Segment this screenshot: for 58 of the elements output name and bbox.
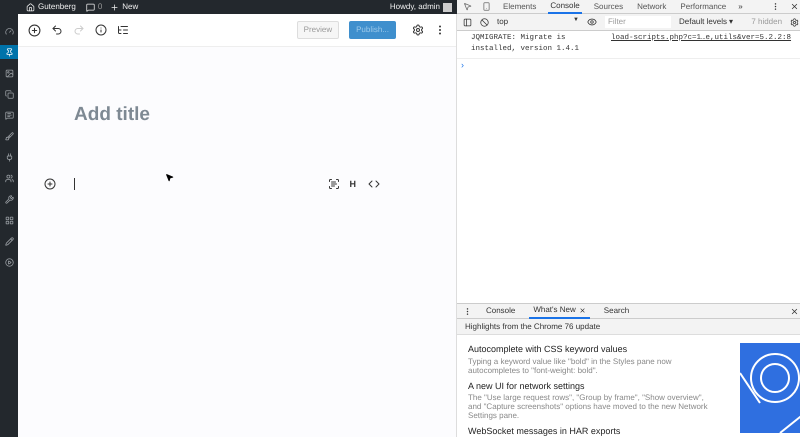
play-icon [4,258,14,266]
pin-icon [4,48,14,56]
heading-block-button[interactable]: H [350,178,356,191]
pages-icon [4,90,14,98]
article-summary: Typing a keyword value like "bold" in the Styles pane now autocompletes to "font-weight: bold". [468,356,673,374]
more-tabs-button[interactable]: » [738,0,743,12]
code-block-icon[interactable] [368,178,380,190]
info-icon[interactable] [95,24,107,36]
drawer-tab[interactable]: Search [600,303,634,319]
highlights-header: Highlights from the Chrome 76 update [457,319,800,335]
inspect-icon[interactable] [463,2,472,11]
home-icon [26,2,35,12]
dashboard-icon [4,26,14,36]
drawer-tab[interactable]: Console [482,303,520,319]
close-drawer-icon[interactable] [790,306,800,316]
comment-icon [4,110,14,120]
plus-icon [110,2,120,12]
image-block-icon[interactable] [328,178,340,190]
hidden-count: 7 hidden [751,16,782,28]
device-icon[interactable] [482,2,491,11]
brush-icon [4,132,14,140]
devtools-tab[interactable]: Elements [501,0,538,14]
article-title[interactable]: A new UI for network settings [468,380,718,393]
text-cursor [74,178,75,190]
close-icon[interactable] [790,2,800,11]
devtools-tab[interactable]: Network [635,0,668,14]
settings-icon[interactable] [412,24,424,36]
new-link[interactable]: New [122,1,138,13]
users-icon [4,174,14,182]
clear-console-icon[interactable] [480,18,489,26]
mouse-pointer-icon [165,172,174,182]
greeting-link[interactable]: Howdy, admin [390,1,440,13]
eye-icon[interactable] [587,17,597,27]
grid-icon [4,216,14,224]
settings-icon[interactable] [790,18,800,26]
sidebar-toggle-icon[interactable] [463,18,472,26]
close-tab-icon[interactable] [578,306,586,314]
avatar[interactable] [443,2,452,12]
plug-icon [4,152,14,162]
devtools-tab[interactable]: Sources [592,0,626,14]
article-title[interactable]: Autocomplete with CSS keyword values [468,343,718,356]
menu-item[interactable] [0,45,18,59]
image-icon [4,68,14,78]
console-prompt[interactable]: › [457,58,800,72]
devtools-tab[interactable]: Performance [678,0,728,14]
log-levels-dropdown[interactable]: Default levels ▾ [679,16,734,28]
wrench-icon [4,194,14,204]
article-summary: The "Use large request rows", "Group by frame", "Show overview", and "Capture screenshots" options have moved to the new Network Settings pane. [468,393,709,420]
undo-icon[interactable] [51,24,63,36]
add-block-icon[interactable] [28,24,41,36]
comment-icon [86,2,95,12]
pencil-icon [4,236,14,246]
add-block-icon[interactable] [44,178,56,190]
outline-icon[interactable] [117,24,129,36]
filter-field[interactable]: Filter [605,16,671,28]
site-name-link[interactable]: Gutenberg [38,1,76,13]
comment-count[interactable]: 0 [98,1,102,13]
article-title[interactable]: WebSocket messages in HAR exports [468,425,718,437]
